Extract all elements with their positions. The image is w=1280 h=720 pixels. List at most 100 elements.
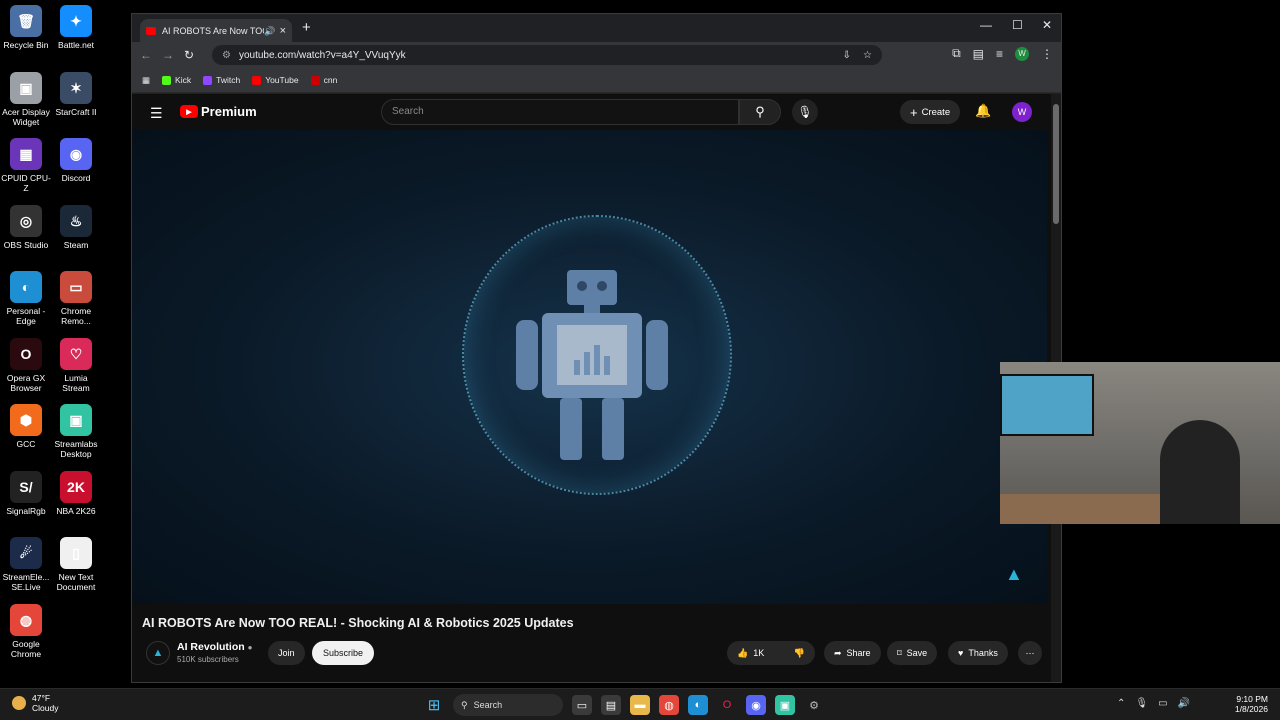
more-horizontal-icon: ⋯ [1025,647,1035,658]
extensions-icon[interactable]: ⧉ [952,46,961,61]
subscribe-button[interactable]: Subscribe [312,641,375,665]
speaker-icon[interactable]: 🔊 [264,26,275,37]
windows-start-icon[interactable]: ⊞ [424,695,444,715]
bookmark-item[interactable]: Kick [162,75,191,85]
search-button[interactable]: ⚲ [739,99,781,125]
desktop-icon[interactable]: S/SignalRgb [0,470,52,516]
dislike-button[interactable]: 👎 [794,648,805,659]
task-view-icon[interactable]: ▭ [572,695,592,715]
clock[interactable]: 9:10 PM 1/8/2026 [1235,694,1268,714]
video-player[interactable]: ▲ [132,130,1047,604]
desktop-icon[interactable]: ◐ Personal - Edge [0,271,52,326]
bookmark-star-icon[interactable]: ☆ [863,50,872,61]
maximize-button[interactable]: ☐ [1012,18,1023,32]
desktop-icon[interactable]: ▦ CPUID CPU-Z [0,138,52,193]
menu-kebab-icon[interactable]: ⋮ [1041,47,1053,61]
notifications-bell-icon[interactable]: 🔔 [975,103,991,119]
microphone-tray-icon[interactable]: 🎙 [1135,698,1148,709]
app-icon: S/ [10,470,42,503]
profile-avatar[interactable]: W [1015,46,1029,61]
plus-icon: + [910,104,918,120]
widgets-icon[interactable]: ▤ [601,695,621,715]
chrome-taskbar-icon[interactable]: ◍ [659,695,679,715]
desktop-icon[interactable]: O Opera GX Browser [0,337,52,393]
bookmark-icon: ⌑ [897,647,902,658]
settings-gear-icon[interactable]: ⚙ [804,695,824,715]
desktop-icon[interactable]: ▭ Chrome Remo... [50,271,102,326]
desktop-icon-label: Steam [63,239,89,250]
bookmark-item[interactable]: cnn [310,75,337,85]
reload-icon[interactable]: ↻ [184,48,194,62]
site-info-icon[interactable]: ⚙ [222,50,231,61]
app-icon: ⬢ [10,404,42,436]
file-explorer-icon[interactable]: ▬ [630,695,650,715]
apps-grid-icon[interactable]: ▦ [142,75,150,86]
desktop-icon-label: StreamEle... SE.Live [2,572,50,592]
youtube-play-icon: ▶ [180,105,198,118]
create-button[interactable]: + Create [900,100,961,124]
hamburger-menu-icon[interactable]: ☰ [150,105,163,122]
more-actions-button[interactable]: ⋯ [1018,641,1042,665]
desktop-icon-label: Chrome Remo... [60,306,92,326]
search-input[interactable]: Search [381,99,739,125]
desktop-icon[interactable]: 2K NBA 2K26 [50,470,102,516]
share-label: Share [846,648,871,658]
taskbar-search[interactable]: ⚲ Search [453,694,563,716]
desktop-icon[interactable]: ✶ StarCraft II [50,71,102,117]
desktop-icon[interactable]: ⬢ GCC [0,404,52,449]
close-window-button[interactable]: ✕ [1042,18,1052,32]
desktop-icon-label: Opera GX Browser [6,372,46,393]
desktop-icon[interactable]: ◍ Google Chrome [0,603,52,659]
bookmark-item[interactable]: Twitch [203,75,240,85]
channel-avatar[interactable]: ▲ [146,641,170,665]
desktop-icon[interactable]: ▣ Streamlabs Desktop [50,404,102,459]
close-tab-icon[interactable]: × [280,25,286,37]
install-app-icon[interactable]: ⇩ [843,50,851,61]
streamlabs-taskbar-icon[interactable]: ▣ [775,695,795,715]
weather-widget[interactable]: 47°F Cloudy [12,693,58,713]
voice-search-button[interactable]: 🎙 [792,99,818,125]
taskbar-search-label: Search [473,700,503,710]
desktop-icon[interactable]: ▯ New Text Document [50,537,102,592]
desktop-icon[interactable]: ♡ Lumia Stream [50,337,102,393]
video-title: AI ROBOTS Are Now TOO REAL! - Shocking A… [142,616,574,630]
edge-taskbar-icon[interactable]: ◐ [688,695,708,715]
side-panel-icon[interactable]: ▤ [973,47,984,61]
back-icon[interactable]: ← [140,48,152,62]
channel-watermark-icon[interactable]: ▲ [1005,564,1027,586]
scrollbar-thumb[interactable] [1053,104,1059,224]
like-button[interactable]: 👍 1K [737,648,764,659]
forward-icon[interactable]: → [162,48,174,62]
desktop-icon-label: OBS Studio [3,239,49,250]
desktop-icon[interactable]: ◎ OBS Studio [0,204,52,250]
desktop-icon[interactable]: ☄ StreamEle... SE.Live [0,537,52,592]
bookmark-item[interactable]: YouTube [252,75,299,85]
desktop-icon[interactable]: ◉ Discord [50,138,102,183]
opera-gx-taskbar-icon[interactable]: O [717,695,737,715]
media-controls-icon[interactable]: ≡ [996,47,1003,61]
share-button[interactable]: ➦ Share [824,641,881,665]
desktop-icon[interactable]: ✦ Battle.net [50,5,102,50]
youtube-logo[interactable]: ▶ Premium [180,104,257,119]
minimize-button[interactable]: — [980,18,992,32]
chevron-up-icon[interactable]: ⌃ [1117,698,1125,709]
app-icon: ✶ [60,71,92,104]
volume-icon[interactable]: 🔊 [1178,698,1190,709]
network-icon[interactable]: ▭ [1158,698,1167,709]
new-tab-button[interactable]: + [302,19,311,36]
app-icon: ✦ [60,5,92,37]
join-button[interactable]: Join [268,641,305,665]
thanks-button[interactable]: ♥ Thanks [948,641,1008,665]
desktop-icon[interactable]: ♨ Steam [50,204,102,250]
chrome-window: AI ROBOTS Are Now TOO R 🔊 × + — ☐ ✕ ← → … [131,13,1062,683]
url-text: youtube.com/watch?v=a4Y_VVuqYyk [238,49,406,61]
user-avatar[interactable]: W [1012,102,1032,122]
address-bar[interactable]: ⚙ youtube.com/watch?v=a4Y_VVuqYyk ⇩ ☆ [212,45,882,65]
channel-name[interactable]: AI Revolution ● [177,641,252,653]
desktop-icon[interactable]: ▣ Acer Display Widget [0,71,52,127]
desktop-icon[interactable]: 🗑 Recycle Bin [0,5,52,50]
discord-taskbar-icon[interactable]: ◉ [746,695,766,715]
save-button[interactable]: ⌑ Save [887,641,938,665]
active-tab[interactable]: AI ROBOTS Are Now TOO R 🔊 × [140,19,292,43]
desktop-icon-label: Battle.net [58,40,94,50]
